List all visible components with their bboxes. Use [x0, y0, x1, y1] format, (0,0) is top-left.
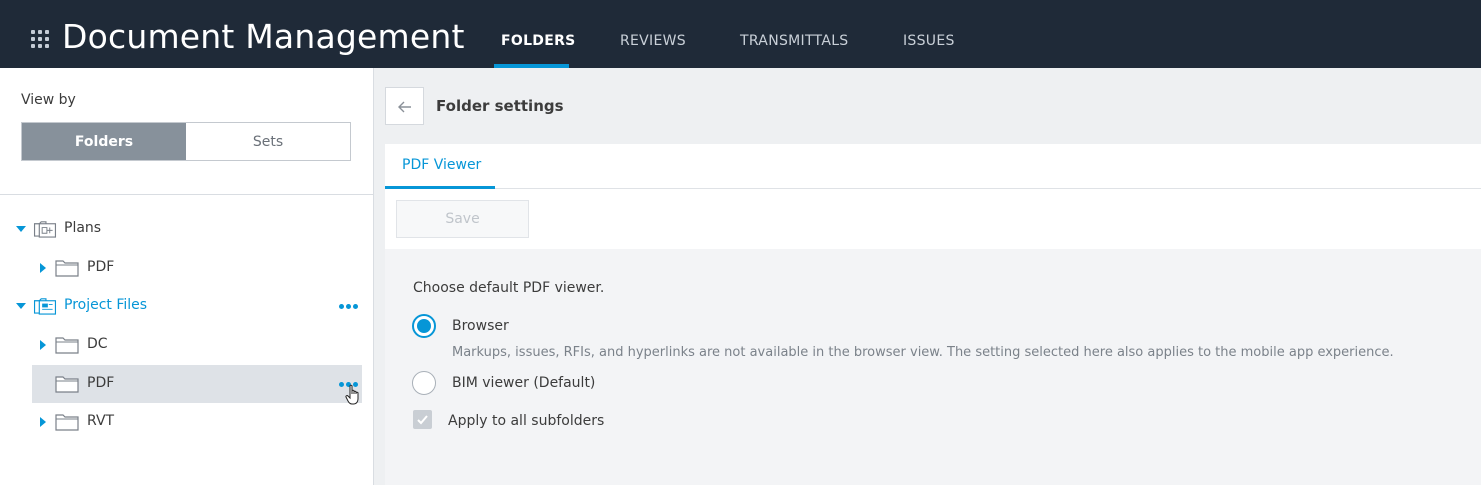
expand-caret-icon[interactable] — [40, 263, 46, 273]
tree-label: PDF — [87, 375, 115, 391]
browser-option-label[interactable]: Browser — [452, 318, 509, 334]
save-button[interactable]: Save — [396, 200, 529, 238]
settings-tabbar: PDF Viewer — [385, 144, 1481, 189]
tree-label: RVT — [87, 413, 115, 429]
tree-node-dc[interactable]: DC — [0, 326, 373, 364]
apply-all-checkbox[interactable] — [413, 410, 432, 429]
settings-content: Choose default PDF viewer. Browser Marku… — [385, 249, 1481, 485]
bim-viewer-option-label[interactable]: BIM viewer (Default) — [452, 375, 595, 391]
arrow-left-icon — [398, 101, 411, 113]
settings-toolbar: Save — [385, 189, 1481, 249]
check-icon — [417, 415, 428, 425]
back-button[interactable] — [385, 87, 424, 125]
bim-viewer-radio[interactable] — [412, 371, 436, 395]
tab-pdf-viewer[interactable]: PDF Viewer — [402, 157, 481, 173]
sidebar-divider — [0, 194, 373, 195]
tree-label: DC — [87, 336, 108, 352]
tree-node-project-files[interactable]: Project Files — [0, 287, 373, 325]
viewer-prompt: Choose default PDF viewer. — [413, 280, 605, 296]
tree-label: PDF — [87, 259, 115, 275]
folder-icon — [55, 414, 79, 431]
tab-transmittals[interactable]: TRANSMITTALS — [740, 33, 849, 49]
tab-issues[interactable]: ISSUES — [903, 33, 955, 49]
view-by-label: View by — [21, 92, 76, 108]
tree-node-plans-pdf[interactable]: PDF — [0, 249, 373, 287]
browser-radio[interactable] — [412, 314, 436, 338]
expand-caret-icon[interactable] — [40, 417, 46, 427]
collapse-caret-icon[interactable] — [16, 226, 26, 232]
tree-node-rvt[interactable]: RVT — [0, 403, 373, 441]
top-header: Document Management FOLDERS REVIEWS TRAN… — [0, 0, 1481, 68]
tab-reviews[interactable]: REVIEWS — [620, 33, 686, 49]
view-sets-button[interactable]: Sets — [186, 123, 350, 160]
expand-caret-icon[interactable] — [40, 340, 46, 350]
folder-sidebar: View by Folders Sets Plans PDF Project F… — [0, 68, 374, 485]
view-folders-button[interactable]: Folders — [22, 123, 186, 160]
folder-icon — [55, 376, 79, 393]
tab-folders[interactable]: FOLDERS — [501, 33, 576, 49]
active-tab-indicator — [494, 64, 569, 68]
more-options-icon[interactable] — [339, 304, 359, 310]
app-switcher-icon[interactable] — [31, 30, 51, 50]
tree-label: Plans — [64, 220, 102, 236]
tree-label: Project Files — [64, 297, 148, 313]
folder-icon — [55, 337, 79, 354]
folder-icon — [55, 260, 79, 277]
tree-node-project-pdf[interactable]: PDF — [32, 365, 362, 405]
page-title: Folder settings — [436, 97, 564, 115]
browser-option-description: Markups, issues, RFIs, and hyperlinks ar… — [452, 345, 1394, 360]
plans-icon — [33, 221, 57, 238]
app-title: Document Management — [62, 17, 465, 56]
collapse-caret-icon[interactable] — [16, 303, 26, 309]
project-files-icon — [33, 298, 57, 315]
tree-node-plans[interactable]: Plans — [0, 210, 373, 248]
view-by-toggle: Folders Sets — [21, 122, 351, 161]
apply-all-label[interactable]: Apply to all subfolders — [448, 413, 604, 429]
